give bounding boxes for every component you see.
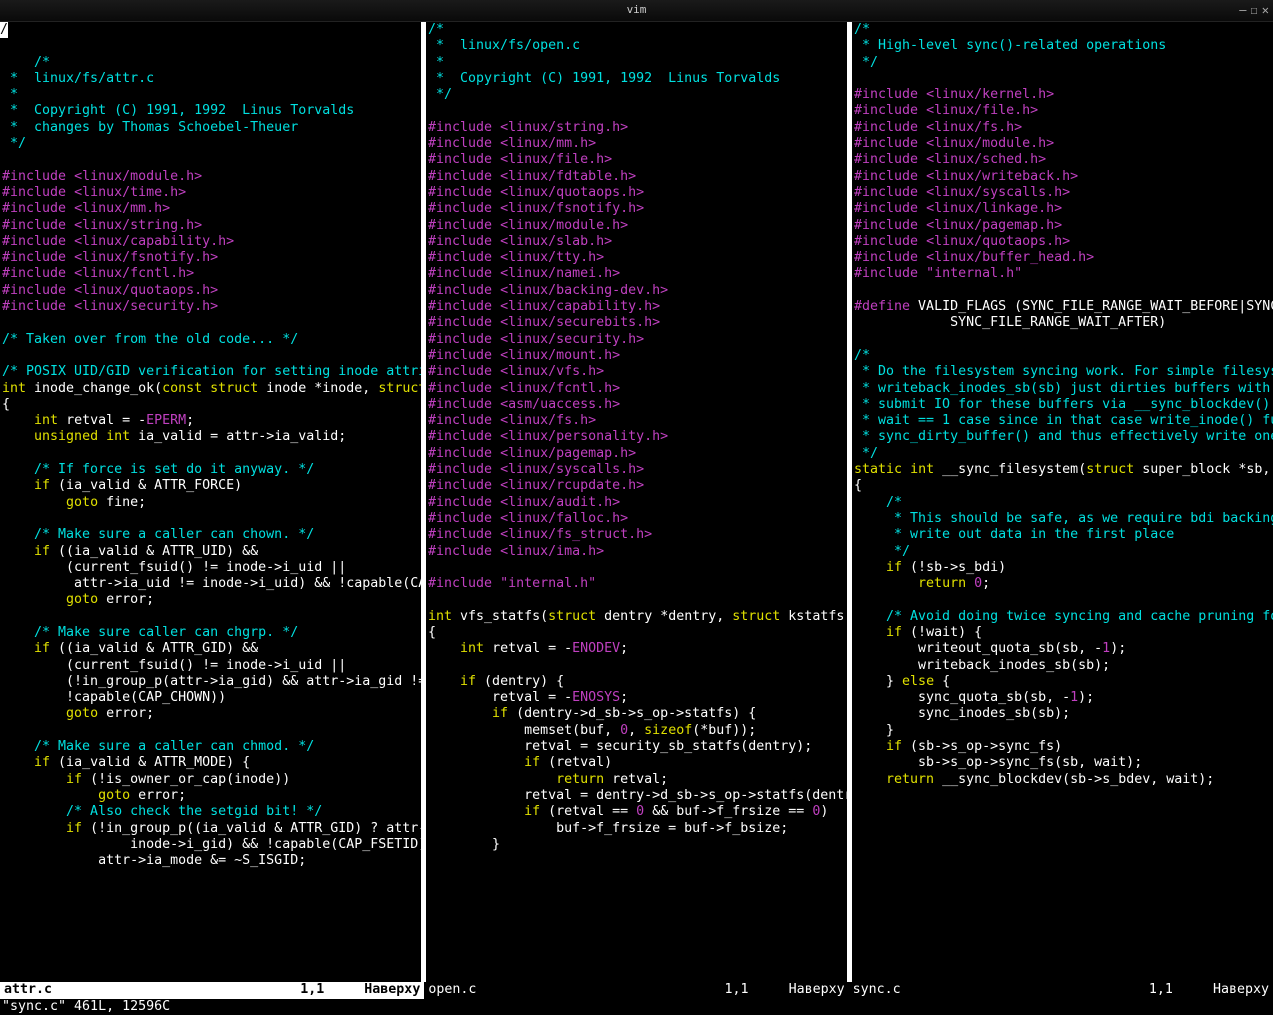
status-seg-middle: open.c 1,1 Наверху: [424, 982, 848, 998]
window-titlebar: vim — ☐ ✕: [0, 0, 1273, 22]
editor-root: / /* * linux/fs/attr.c * * Copyright (C)…: [0, 22, 1273, 1015]
status-pos: 1,1: [725, 982, 749, 997]
text-cursor: /: [0, 22, 8, 38]
status-line: attr.c 1,1 Наверху open.c 1,1 Наверху sy…: [0, 982, 1273, 998]
close-icon[interactable]: ✕: [1262, 2, 1269, 18]
window-title: vim: [627, 2, 647, 18]
status-pos: 1,1: [1149, 982, 1173, 997]
status-scroll: Наверху: [789, 982, 845, 997]
minimize-icon[interactable]: —: [1239, 2, 1246, 18]
maximize-icon[interactable]: ☐: [1251, 2, 1258, 18]
status-scroll: Наверху: [1213, 982, 1269, 997]
status-filename: open.c: [428, 982, 476, 998]
status-pos: 1,1: [300, 982, 324, 997]
pane-middle[interactable]: /* * linux/fs/open.c * * Copyright (C) 1…: [426, 22, 847, 982]
status-filename: attr.c: [4, 982, 52, 998]
window-controls: — ☐ ✕: [1239, 2, 1269, 18]
command-line[interactable]: "sync.c" 461L, 12596C: [0, 999, 1273, 1015]
status-seg-right: sync.c 1,1 Наверху: [849, 982, 1273, 998]
pane-right[interactable]: /* * High-level sync()-related operation…: [852, 22, 1273, 982]
status-scroll: Наверху: [364, 982, 420, 997]
pane-left[interactable]: / /* * linux/fs/attr.c * * Copyright (C)…: [0, 22, 421, 982]
status-seg-left: attr.c 1,1 Наверху: [0, 982, 424, 998]
status-filename: sync.c: [853, 982, 901, 998]
editor-panes: / /* * linux/fs/attr.c * * Copyright (C)…: [0, 22, 1273, 982]
